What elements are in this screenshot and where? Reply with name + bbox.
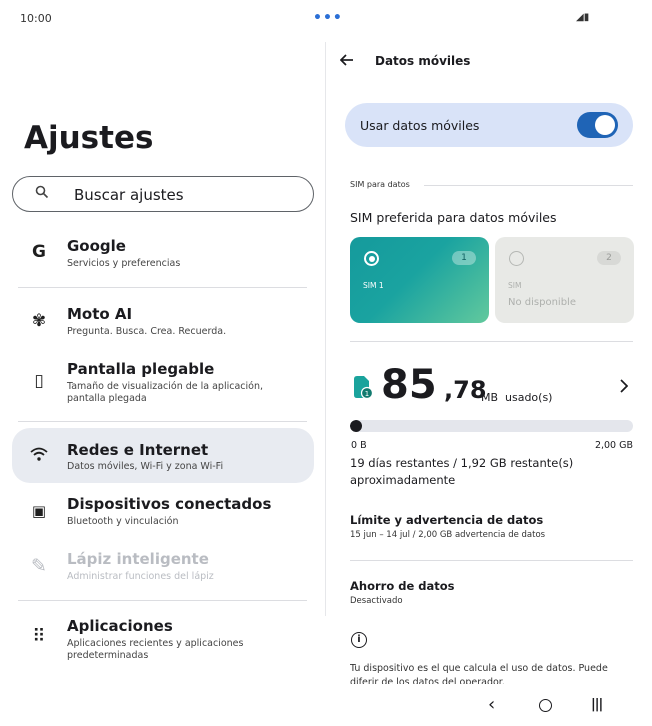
search-icon <box>35 185 49 203</box>
usage-used-label: usado(s) <box>505 391 553 404</box>
radio-unselected-icon <box>509 251 524 266</box>
settings-item-subtitle: Tamaño de visualización de la aplicación… <box>67 381 263 404</box>
usage-amount-integer: 85 <box>381 362 437 408</box>
sim-usage-badge: 1 <box>365 390 369 398</box>
sim-slot-badge: 1 <box>452 251 476 265</box>
use-mobile-data-label: Usar datos móviles <box>360 118 480 133</box>
use-mobile-data-toggle[interactable] <box>577 112 618 138</box>
settings-item-title: Aplicaciones <box>67 617 173 635</box>
settings-item-title: Moto AI <box>67 305 133 323</box>
foldable-display-icon: ▯ <box>34 371 44 391</box>
use-mobile-data-row[interactable]: Usar datos móviles <box>345 103 633 147</box>
google-icon: G <box>32 242 46 262</box>
usage-max-label: 2,00 GB <box>594 440 633 451</box>
sim-preference-label: SIM preferida para datos móviles <box>350 210 557 225</box>
usage-remaining: 19 días restantes / 1,92 GB restante(s) … <box>350 456 574 487</box>
back-arrow-icon[interactable] <box>339 52 354 70</box>
connected-devices-icon: ▣ <box>31 502 47 520</box>
divider <box>424 185 633 186</box>
search-bar[interactable]: Buscar ajustes <box>12 176 314 212</box>
moto-ai-icon: ✾ <box>31 311 47 331</box>
divider <box>18 287 307 288</box>
search-input[interactable]: Buscar ajustes <box>74 186 184 204</box>
sim-name: SIM <box>508 281 522 290</box>
chevron-right-icon[interactable] <box>619 378 629 397</box>
usage-progress-bar <box>350 420 633 432</box>
usage-min-label: 0 B <box>351 440 367 451</box>
info-footer-text: Tu dispositivo es el que calcula el uso … <box>350 663 608 684</box>
settings-item-subtitle: Bluetooth y vinculación <box>67 516 179 527</box>
signal-battery-icon: ◢▮ <box>576 12 590 23</box>
sim-slot-badge: 2 <box>597 251 621 265</box>
status-time: 10:00 <box>20 12 52 25</box>
divider <box>18 600 307 601</box>
settings-item-network-internet[interactable]: Redes e Internet Datos móviles, Wi-Fi y … <box>12 428 314 483</box>
settings-item-title: Dispositivos conectados <box>67 495 272 513</box>
apps-grid-icon: ⠿ <box>32 626 46 647</box>
settings-item-subtitle: Servicios y preferencias <box>67 258 181 269</box>
nav-home-icon[interactable] <box>539 699 552 712</box>
settings-item-title: Google <box>67 237 126 255</box>
usage-progress-fill <box>350 420 362 432</box>
settings-item-title: Redes e Internet <box>67 441 209 459</box>
settings-item-foldable-display[interactable]: ▯ Pantalla plegable Tamaño de visualizac… <box>12 355 314 413</box>
radio-selected-icon[interactable] <box>364 251 379 266</box>
settings-item-apps[interactable]: ⠿ Aplicaciones Aplicaciones recientes y … <box>12 612 314 670</box>
sim-card-2: 2 SIM No disponible <box>495 237 634 323</box>
divider <box>350 341 633 342</box>
settings-item-smart-stylus: ✎ Lápiz inteligente Administrar funcione… <box>12 545 314 591</box>
divider <box>350 560 633 561</box>
nav-back-icon[interactable]: ‹ <box>488 694 495 715</box>
settings-item-subtitle: Administrar funciones del lápiz <box>67 571 214 582</box>
toggle-knob <box>595 115 615 135</box>
data-saver-title: Ahorro de datos <box>350 579 455 593</box>
sim-name: SIM 1 <box>363 281 384 290</box>
settings-item-connected-devices[interactable]: ▣ Dispositivos conectados Bluetooth y vi… <box>12 490 314 536</box>
info-icon: i <box>351 632 367 648</box>
settings-item-subtitle: Aplicaciones recientes y aplicaciones pr… <box>67 638 244 661</box>
page-title: Ajustes <box>24 120 154 156</box>
data-limit-title: Límite y advertencia de datos <box>350 513 544 527</box>
divider <box>18 421 307 422</box>
settings-item-title: Lápiz inteligente <box>67 550 209 568</box>
data-limit-subtitle: 15 jun – 14 jul / 2,00 GB advertencia de… <box>350 530 546 540</box>
settings-item-subtitle: Pregunta. Busca. Crea. Recuerda. <box>67 326 227 337</box>
settings-item-subtitle: Datos móviles, Wi-Fi y zona Wi-Fi <box>67 461 224 472</box>
section-header: SIM para datos <box>350 180 410 189</box>
usage-unit: MB <box>481 391 499 404</box>
settings-item-title: Pantalla plegable <box>67 360 215 378</box>
stylus-icon: ✎ <box>31 555 47 577</box>
settings-item-moto-ai[interactable]: ✾ Moto AI Pregunta. Busca. Crea. Recuerd… <box>12 300 314 346</box>
wifi-icon <box>26 446 52 466</box>
sim-status: No disponible <box>508 297 576 308</box>
navigation-bar: ‹ ||| <box>0 688 652 726</box>
sim-card-1[interactable]: 1 SIM 1 <box>350 237 489 323</box>
sim-usage-icon: 1 <box>352 375 374 400</box>
multitask-handle-icon[interactable]: ••• <box>313 10 343 26</box>
nav-recents-icon[interactable]: ||| <box>591 697 603 712</box>
detail-title: Datos móviles <box>375 54 471 68</box>
data-saver-subtitle: Desactivado <box>350 596 403 606</box>
pane-separator <box>325 42 326 616</box>
settings-item-google[interactable]: G Google Servicios y preferencias <box>12 232 314 278</box>
